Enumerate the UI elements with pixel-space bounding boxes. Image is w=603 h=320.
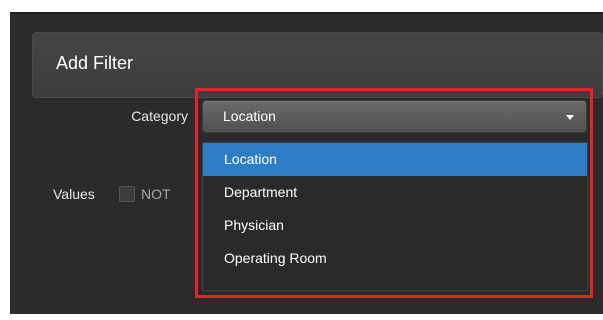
category-dropdown-menu: Location Department Physician Operating …: [202, 142, 588, 291]
category-select[interactable]: Location: [202, 100, 587, 133]
option-physician[interactable]: Physician: [203, 209, 587, 242]
values-label: Values: [53, 186, 95, 202]
option-operating-room[interactable]: Operating Room: [203, 242, 587, 275]
not-label[interactable]: NOT: [141, 186, 171, 202]
category-select-value: Location: [223, 108, 276, 124]
category-label: Category: [131, 108, 188, 124]
dialog-top-shade: [10, 12, 603, 14]
not-checkbox[interactable]: [119, 186, 135, 202]
option-location[interactable]: Location: [203, 143, 587, 176]
caret-down-icon: [566, 115, 574, 120]
dialog-title: Add Filter: [56, 53, 134, 73]
option-department[interactable]: Department: [203, 176, 587, 209]
